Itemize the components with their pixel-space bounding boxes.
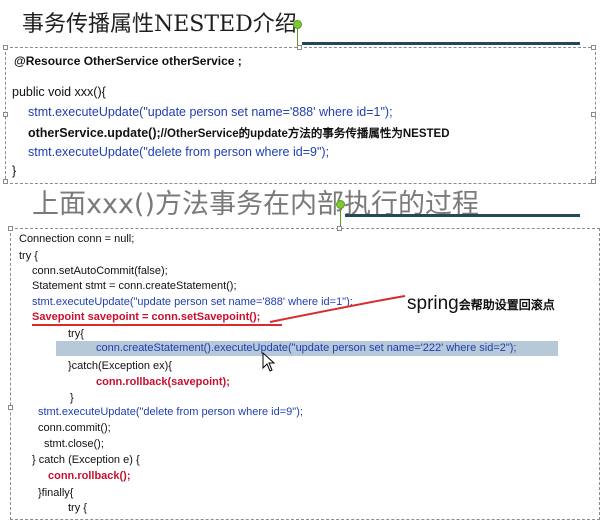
arrow-stroke [269, 295, 406, 323]
spring-annotation: spring会帮助设置回滚点 [407, 293, 555, 315]
annotation-text: 会帮助设置回滚点 [458, 298, 555, 312]
mouse-cursor-icon [262, 351, 276, 372]
annotation-spring: spring [407, 293, 459, 314]
annotation-arrow [32, 295, 406, 372]
